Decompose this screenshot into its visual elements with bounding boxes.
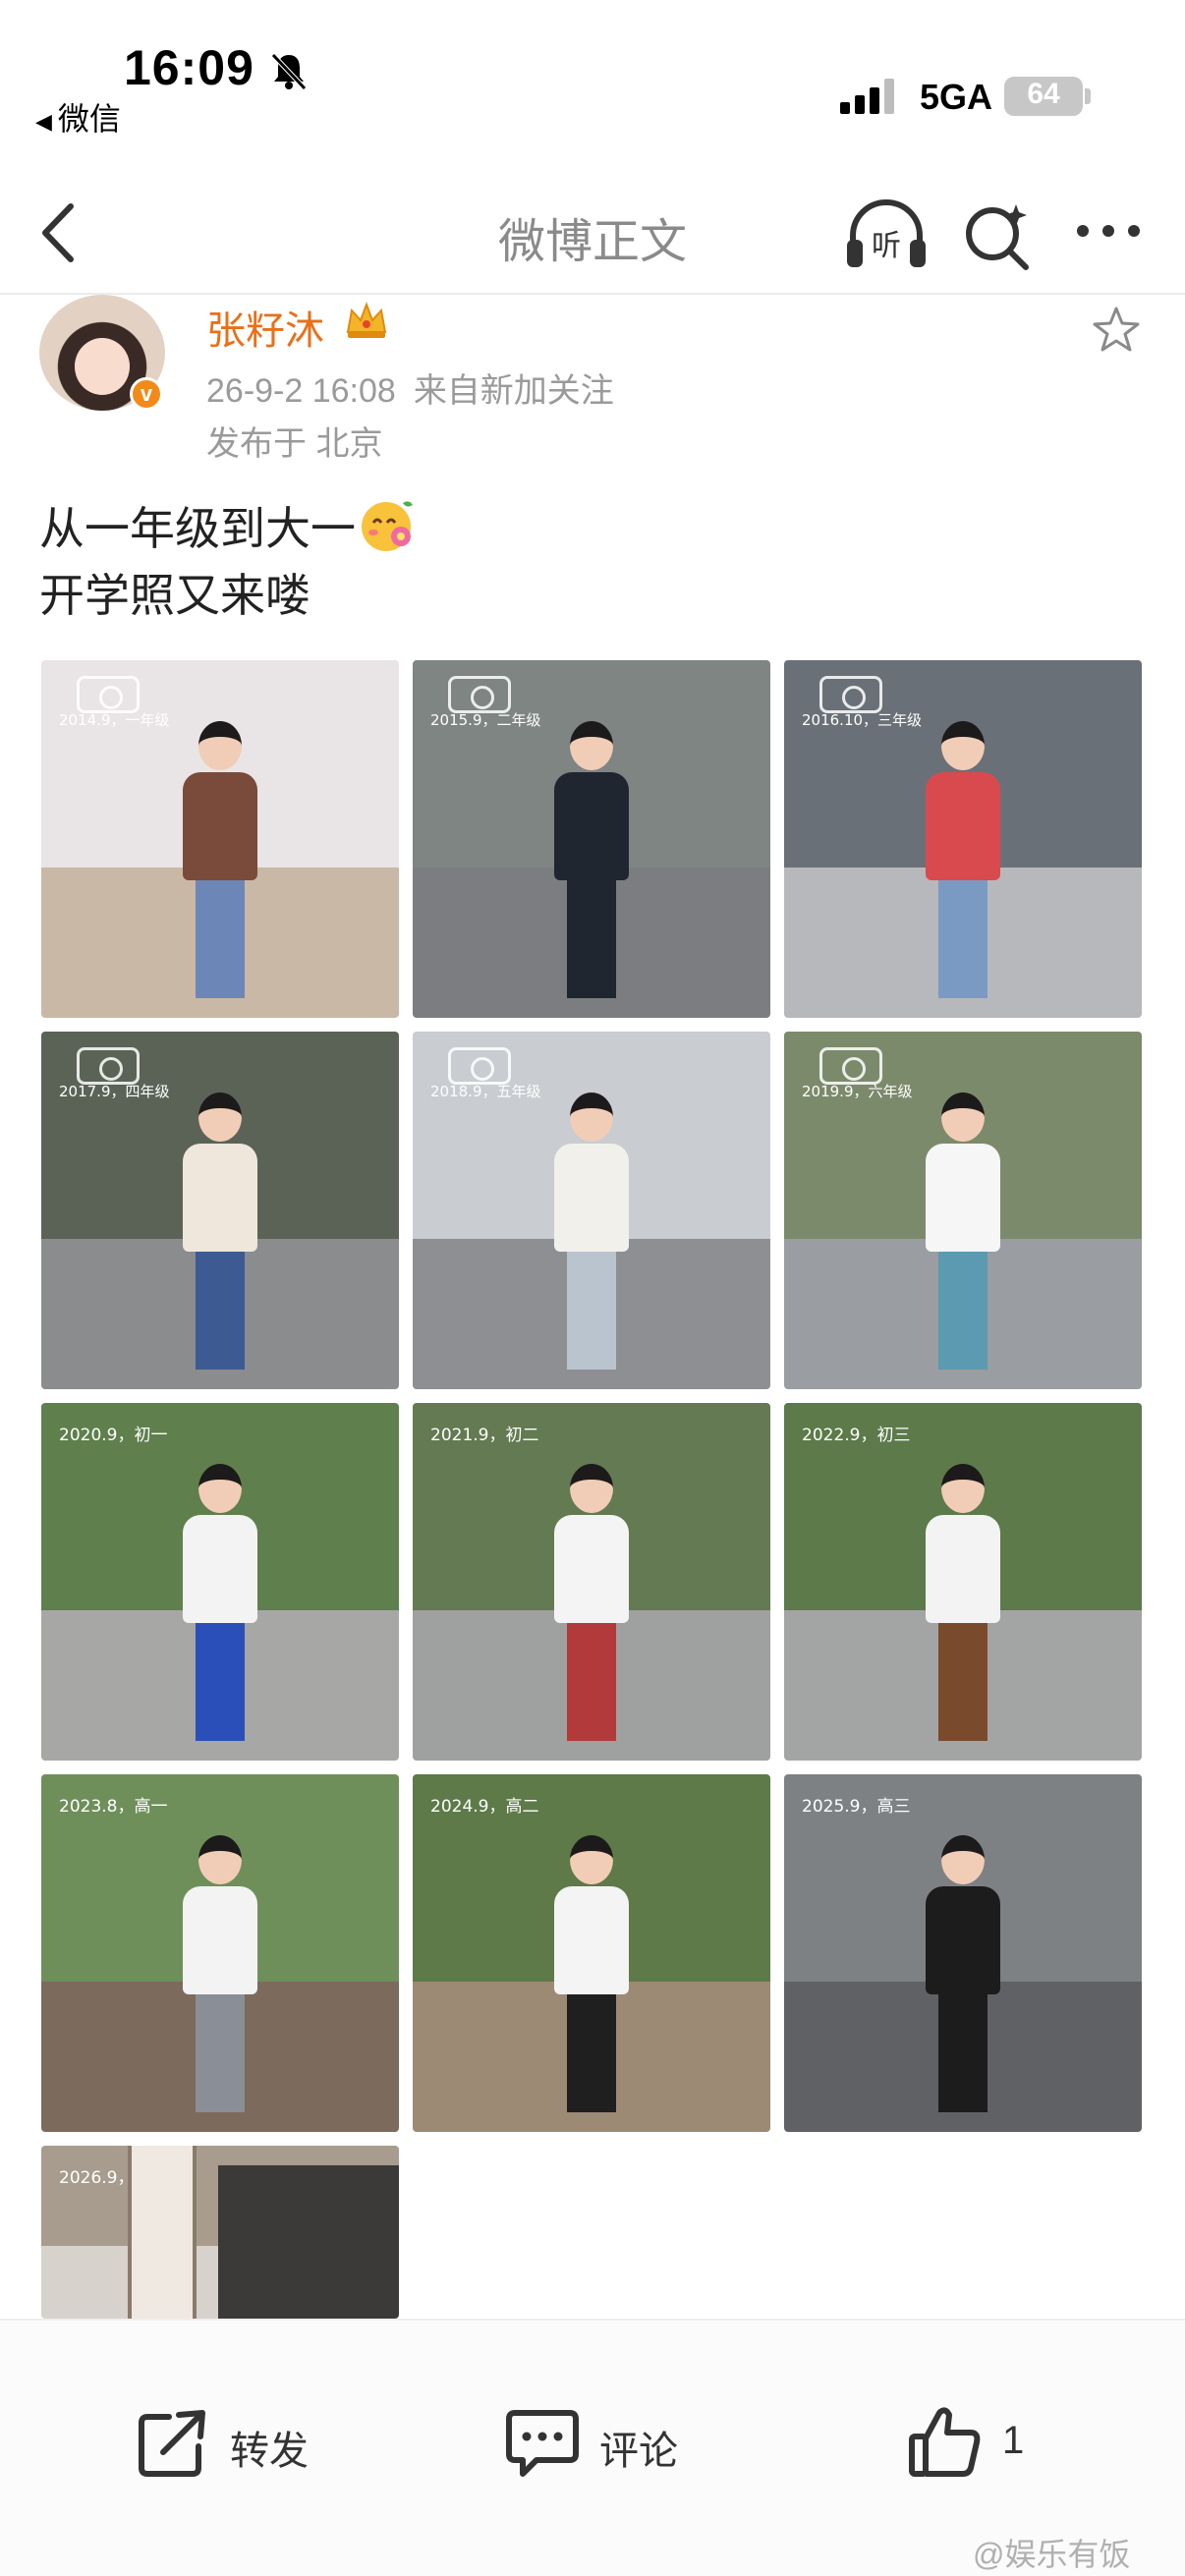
listen-icon-label: 听 — [872, 229, 901, 263]
photo-tile[interactable]: 2014.9，一年级 — [41, 660, 399, 1018]
like-count: 1 — [1002, 2419, 1025, 2462]
photo-subject — [183, 1464, 257, 1741]
photo-caption: 2014.9，一年级 — [59, 711, 170, 729]
photo-subject — [554, 1835, 629, 2112]
happy-flower-emoji-icon — [362, 501, 413, 551]
camera-watermark-icon — [448, 1047, 511, 1085]
post-text-line1-content: 从一年级到大一 — [39, 503, 356, 554]
thumbs-up-icon — [909, 2407, 981, 2477]
network-type: 5GA — [920, 77, 993, 117]
back-app-label: 微信 — [57, 101, 121, 137]
photo-subject — [183, 1092, 257, 1370]
post-text-line2: 开学照又来喽 — [39, 570, 310, 621]
comment-bubble-icon — [506, 2410, 579, 2477]
battery-nub — [1085, 88, 1091, 104]
photo-caption: 2017.9，四年级 — [59, 1083, 170, 1100]
photo-subject — [926, 1464, 1000, 1741]
photo-caption: 2015.9，二年级 — [430, 711, 541, 729]
photo-tile[interactable]: 2018.9，五年级 — [413, 1032, 770, 1389]
photo-tile[interactable]: 2026.9，大一 — [41, 2146, 399, 2319]
photo-tile[interactable]: 2025.9，高三 — [784, 1774, 1142, 2132]
photo-subject — [554, 721, 629, 998]
photo-caption: 2019.9，六年级 — [802, 1083, 913, 1100]
repost-label: 转发 — [230, 2430, 309, 2473]
photo-tile[interactable]: 2019.9，六年级 — [784, 1032, 1142, 1389]
photo-tile[interactable]: 2017.9，四年级 — [41, 1032, 399, 1389]
post-location: 发布于 北京 — [206, 425, 383, 463]
photo-subject — [554, 1464, 629, 1741]
photo-tile[interactable]: 2023.8，高一 — [41, 1774, 399, 2132]
post-text: 从一年级到大一 开学照又来喽 — [39, 495, 417, 629]
post-meta: 26-9-2 16:08 来自新加关注 — [206, 364, 614, 412]
watermark-text: @娱乐有饭 — [973, 2537, 1131, 2572]
more-dots-icon[interactable] — [1073, 216, 1144, 246]
share-arrow-icon — [139, 2410, 205, 2477]
camera-watermark-icon — [819, 1047, 882, 1085]
photo-caption: 2023.8，高一 — [59, 1797, 168, 1817]
photo-tile[interactable]: 2020.9，初一 — [41, 1403, 399, 1761]
search-sparkle-icon[interactable] — [961, 200, 1032, 271]
post-source: 来自新加关注 — [413, 372, 614, 410]
comment-label: 评论 — [599, 2430, 678, 2473]
photo-caption: 2025.9，高三 — [802, 1797, 911, 1817]
photo-caption: 2022.9，初三 — [802, 1426, 911, 1445]
photo-caption: 2018.9，五年级 — [430, 1083, 541, 1100]
photo-caption: 2016.10，三年级 — [802, 711, 923, 729]
camera-watermark-icon — [819, 676, 882, 713]
photo-tile[interactable]: 2021.9，初二 — [413, 1403, 770, 1761]
post-timestamp: 26-9-2 16:08 — [206, 372, 396, 410]
photo-tile[interactable]: 2024.9，高二 — [413, 1774, 770, 2132]
weibo-post-screen: 16:09 ◀ 微信 5GA 64 微博正文 听 v 张籽沐 26-9-2 16… — [0, 0, 1185, 2576]
crown-icon — [346, 302, 387, 338]
status-time: 16:09 — [124, 40, 254, 95]
photo-caption: 2020.9，初一 — [59, 1426, 168, 1445]
back-to-app-link[interactable]: ◀ 微信 — [35, 94, 121, 140]
camera-watermark-icon — [77, 676, 140, 713]
photo-tile[interactable]: 2022.9，初三 — [784, 1403, 1142, 1761]
bell-muted-icon — [271, 53, 307, 90]
photo-subject — [926, 1092, 1000, 1370]
camera-watermark-icon — [448, 676, 511, 713]
photo-tile[interactable]: 2016.10，三年级 — [784, 660, 1142, 1018]
headphones-listen-icon[interactable]: 听 — [845, 196, 928, 273]
photo-subject — [183, 721, 257, 998]
nav-bar: 微博正文 听 — [0, 177, 1185, 295]
photo-subject — [554, 1092, 629, 1370]
username[interactable]: 张籽沐 — [206, 299, 324, 356]
photo-tile[interactable]: 2015.9，二年级 — [413, 660, 770, 1018]
battery-level: 64 — [1027, 78, 1060, 110]
back-triangle-icon: ◀ — [35, 108, 52, 134]
status-bar: 16:09 ◀ 微信 5GA 64 — [0, 0, 1185, 147]
post-text-line1: 从一年级到大一 — [39, 495, 417, 562]
photo-caption: 2024.9，高二 — [430, 1797, 539, 1817]
campus-sign — [128, 2146, 197, 2319]
photo-subject — [183, 1835, 257, 2112]
avatar-face — [75, 338, 130, 395]
star-favorite-icon[interactable] — [1091, 305, 1142, 356]
verified-badge-icon: v — [130, 377, 163, 411]
photo-caption: 2021.9，初二 — [430, 1426, 539, 1445]
photo-subject — [926, 721, 1000, 998]
cellular-signal-icon — [840, 79, 894, 114]
camera-watermark-icon — [77, 1047, 140, 1085]
photo-subject — [926, 1835, 1000, 2112]
building — [218, 2165, 399, 2319]
